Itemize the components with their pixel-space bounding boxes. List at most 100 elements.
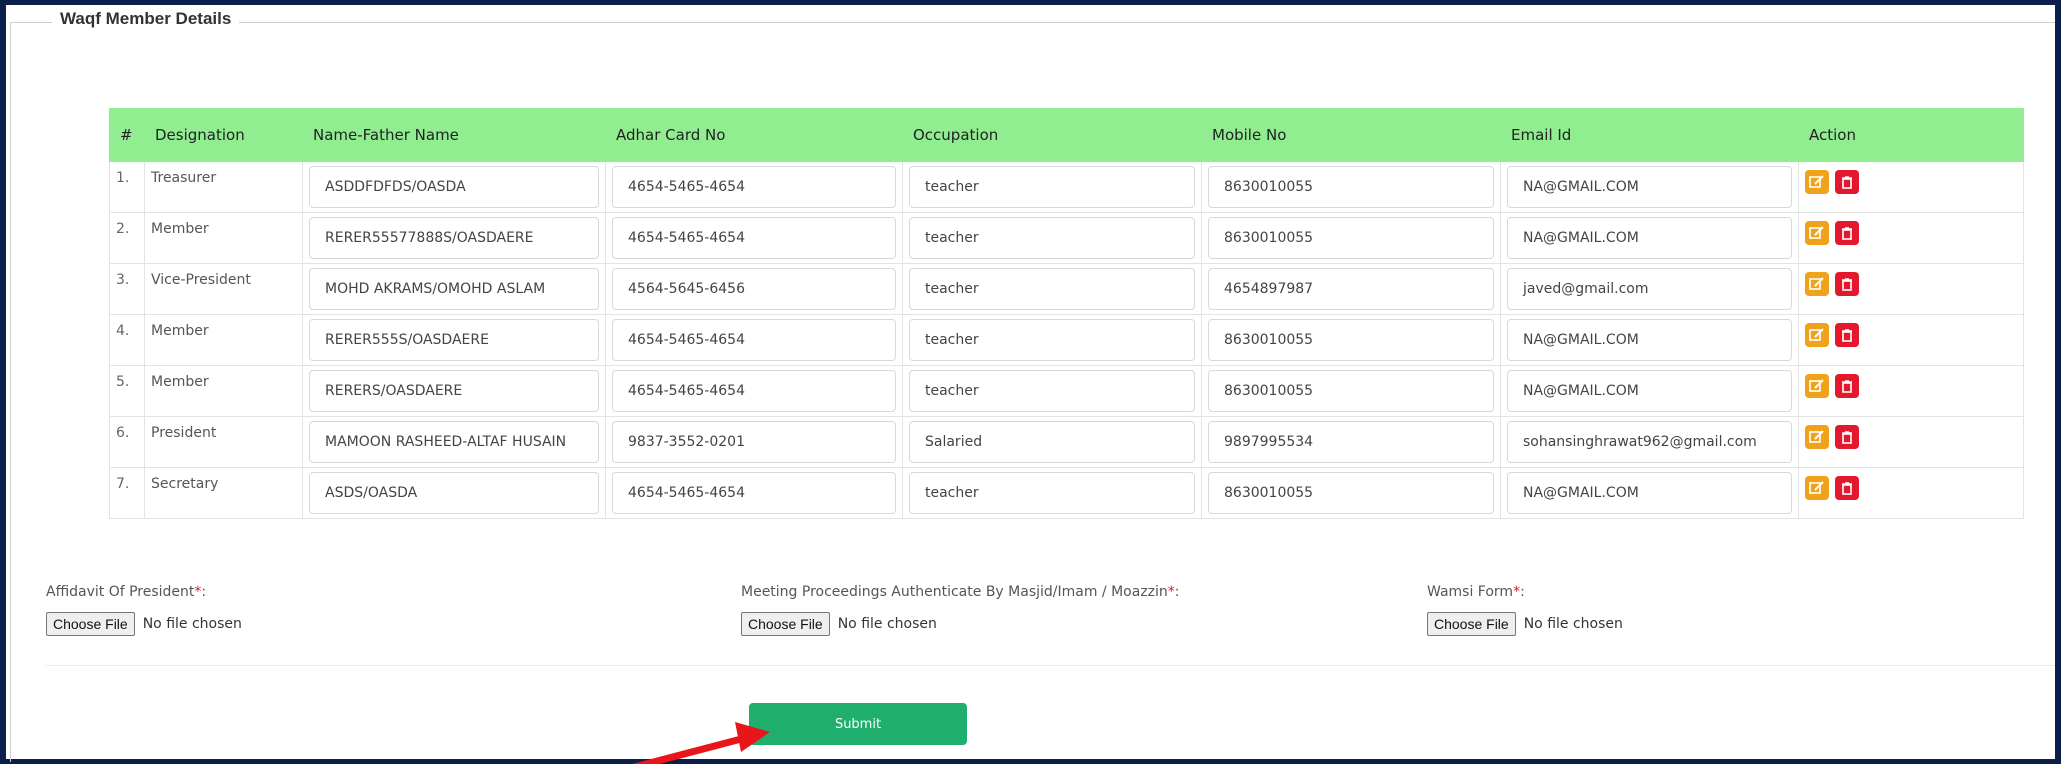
table-row: 1. Treasurer ASDDFDFDS/OASDA 4654-5465-4… xyxy=(109,161,2024,213)
adhar-field[interactable]: 4654-5465-4654 xyxy=(612,370,896,412)
mobile-field[interactable]: 8630010055 xyxy=(1208,472,1494,514)
table-row: 4. Member RERER555S/OASDAERE 4654-5465-4… xyxy=(109,314,2024,366)
table-row: 7. Secretary ASDS/OASDA 4654-5465-4654 t… xyxy=(109,467,2024,519)
name-field[interactable]: ASDS/OASDA xyxy=(309,472,599,514)
affidavit-file-status: No file chosen xyxy=(142,616,242,632)
occupation-field[interactable]: teacher xyxy=(909,370,1195,412)
adhar-field[interactable]: 4654-5465-4654 xyxy=(612,166,896,208)
row-designation: Secretary xyxy=(144,467,303,519)
page-frame: Waqf Member Details # Designation Name-F… xyxy=(6,5,2055,762)
name-field[interactable]: MOHD AKRAMS/OMOHD ASLAM xyxy=(309,268,599,310)
delete-button[interactable] xyxy=(1835,323,1859,347)
email-field[interactable]: sohansinghrawat962@gmail.com xyxy=(1507,421,1792,463)
adhar-field[interactable]: 4654-5465-4654 xyxy=(612,217,896,259)
mobile-field[interactable]: 8630010055 xyxy=(1208,319,1494,361)
delete-button[interactable] xyxy=(1835,374,1859,398)
edit-icon xyxy=(1809,379,1824,392)
meeting-label: Meeting Proceedings Authenticate By Masj… xyxy=(741,584,1180,600)
wamsi-upload-group: Wamsi Form*: Choose File No file chosen xyxy=(1427,584,1623,636)
col-header-mobile: Mobile No xyxy=(1201,108,1501,162)
row-index: 2. xyxy=(109,212,145,264)
edit-button[interactable] xyxy=(1805,476,1829,500)
edit-button[interactable] xyxy=(1805,221,1829,245)
email-field[interactable]: NA@GMAIL.COM xyxy=(1507,166,1792,208)
row-actions xyxy=(1798,161,2024,213)
name-field[interactable]: RERERS/OASDAERE xyxy=(309,370,599,412)
edit-icon xyxy=(1809,226,1824,239)
edit-button[interactable] xyxy=(1805,425,1829,449)
occupation-field[interactable]: teacher xyxy=(909,217,1195,259)
occupation-field[interactable]: teacher xyxy=(909,268,1195,310)
adhar-field[interactable]: 9837-3552-0201 xyxy=(612,421,896,463)
edit-icon xyxy=(1809,175,1824,188)
row-index: 7. xyxy=(109,467,145,519)
adhar-field[interactable]: 4654-5465-4654 xyxy=(612,472,896,514)
meeting-file-status: No file chosen xyxy=(837,616,937,632)
name-field[interactable]: RERER555S/OASDAERE xyxy=(309,319,599,361)
name-field[interactable]: ASDDFDFDS/OASDA xyxy=(309,166,599,208)
delete-button[interactable] xyxy=(1835,476,1859,500)
email-field[interactable]: NA@GMAIL.COM xyxy=(1507,472,1792,514)
row-designation: President xyxy=(144,416,303,468)
delete-button[interactable] xyxy=(1835,221,1859,245)
name-field[interactable]: MAMOON RASHEED-ALTAF HUSAIN xyxy=(309,421,599,463)
delete-icon xyxy=(1842,227,1852,240)
col-header-action: Action xyxy=(1798,108,2024,162)
occupation-field[interactable]: teacher xyxy=(909,472,1195,514)
label-suffix: : xyxy=(1520,584,1525,600)
row-index: 3. xyxy=(109,263,145,315)
edit-button[interactable] xyxy=(1805,374,1829,398)
col-header-occupation: Occupation xyxy=(902,108,1202,162)
mobile-field[interactable]: 9897995534 xyxy=(1208,421,1494,463)
col-header-designation: Designation xyxy=(144,108,303,162)
email-field[interactable]: NA@GMAIL.COM xyxy=(1507,319,1792,361)
occupation-field[interactable]: teacher xyxy=(909,319,1195,361)
label-suffix: : xyxy=(201,584,207,600)
table-row: 5. Member RERERS/OASDAERE 4654-5465-4654… xyxy=(109,365,2024,417)
delete-icon xyxy=(1842,176,1852,189)
delete-button[interactable] xyxy=(1835,170,1859,194)
mobile-field[interactable]: 8630010055 xyxy=(1208,217,1494,259)
row-index: 6. xyxy=(109,416,145,468)
submit-button[interactable]: Submit xyxy=(749,703,967,745)
adhar-field[interactable]: 4654-5465-4654 xyxy=(612,319,896,361)
edit-icon xyxy=(1809,277,1824,290)
occupation-field[interactable]: Salaried xyxy=(909,421,1195,463)
row-designation: Treasurer xyxy=(144,161,303,213)
occupation-field[interactable]: teacher xyxy=(909,166,1195,208)
mobile-field[interactable]: 8630010055 xyxy=(1208,166,1494,208)
adhar-field[interactable]: 4564-5645-6456 xyxy=(612,268,896,310)
email-field[interactable]: NA@GMAIL.COM xyxy=(1507,370,1792,412)
edit-button[interactable] xyxy=(1805,272,1829,296)
affidavit-choose-file-button[interactable]: Choose File xyxy=(46,612,135,636)
wamsi-label-text: Wamsi Form xyxy=(1427,584,1514,600)
row-index: 1. xyxy=(109,161,145,213)
edit-icon xyxy=(1809,481,1824,494)
edit-button[interactable] xyxy=(1805,170,1829,194)
delete-button[interactable] xyxy=(1835,272,1859,296)
edit-icon xyxy=(1809,328,1824,341)
col-header-name: Name-Father Name xyxy=(302,108,606,162)
meeting-choose-file-button[interactable]: Choose File xyxy=(741,612,830,636)
required-mark: * xyxy=(1167,584,1175,600)
delete-icon xyxy=(1842,329,1852,342)
row-index: 4. xyxy=(109,314,145,366)
delete-button[interactable] xyxy=(1835,425,1859,449)
divider xyxy=(46,665,2055,666)
meeting-label-text: Meeting Proceedings Authenticate By Masj… xyxy=(741,584,1168,600)
edit-button[interactable] xyxy=(1805,323,1829,347)
email-field[interactable]: NA@GMAIL.COM xyxy=(1507,217,1792,259)
table-row: 2. Member RERER55577888S/OASDAERE 4654-5… xyxy=(109,212,2024,264)
row-designation: Member xyxy=(144,212,303,264)
row-designation: Member xyxy=(144,365,303,417)
label-suffix: : xyxy=(1174,584,1180,600)
name-field[interactable]: RERER55577888S/OASDAERE xyxy=(309,217,599,259)
row-actions xyxy=(1798,467,2024,519)
table-row: 3. Vice-President MOHD AKRAMS/OMOHD ASLA… xyxy=(109,263,2024,315)
members-table: # Designation Name-Father Name Adhar Car… xyxy=(109,108,2024,519)
email-field[interactable]: javed@gmail.com xyxy=(1507,268,1792,310)
wamsi-choose-file-button[interactable]: Choose File xyxy=(1427,612,1516,636)
meeting-upload-group: Meeting Proceedings Authenticate By Masj… xyxy=(741,584,1180,636)
mobile-field[interactable]: 8630010055 xyxy=(1208,370,1494,412)
mobile-field[interactable]: 4654897987 xyxy=(1208,268,1494,310)
